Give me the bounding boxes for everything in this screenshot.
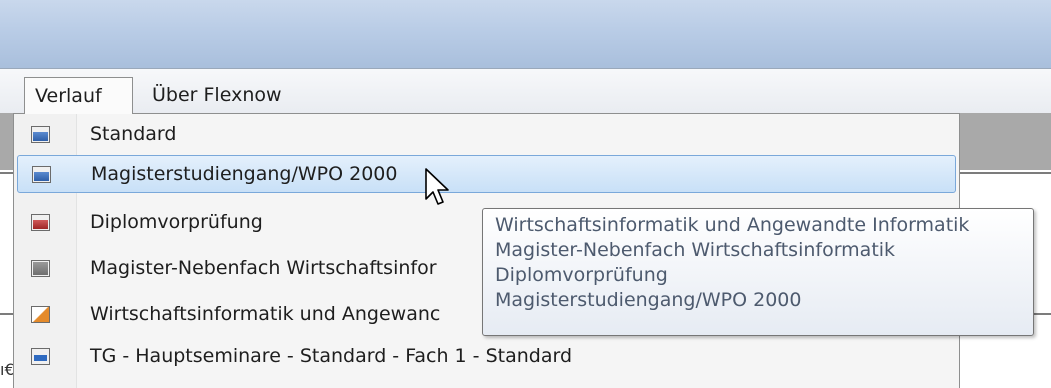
menu-bar: Verlauf Über Flexnow: [0, 68, 1051, 114]
menu-verlauf[interactable]: Verlauf: [24, 77, 133, 114]
double-blue-icon: [31, 348, 50, 365]
menu-item-label: Diplomvorprüfung: [90, 211, 263, 233]
menu-item-label: TG - Hauptseminare - Standard - Fach 1 -…: [90, 345, 573, 367]
menu-item-label: Magisterstudiengang/WPO 2000: [91, 163, 398, 185]
menu-item-label: Wirtschaftsinformatik und Angewanc: [90, 303, 441, 325]
blue-bar-icon: [32, 166, 51, 183]
mouse-cursor-icon: [425, 168, 449, 205]
tooltip-line: Magisterstudiengang/WPO 2000: [495, 289, 802, 311]
window-titlebar: [0, 0, 1051, 68]
blue-bar-icon: [31, 126, 50, 143]
menu-item-standard[interactable]: Standard: [17, 116, 956, 154]
tooltip-line: Magister-Nebenfach Wirtschaftsinformatik: [495, 239, 896, 261]
orange-triangle-icon: [31, 306, 50, 323]
tooltip-line: Wirtschaftsinformatik und Angewandte Inf…: [495, 214, 970, 236]
gray-square-icon: [31, 260, 50, 277]
red-bar-icon: [31, 214, 50, 231]
menu-item-label: Standard: [90, 123, 177, 145]
tooltip: Wirtschaftsinformatik und Angewandte Inf…: [482, 208, 1034, 336]
tooltip-line: Diplomvorprüfung: [495, 264, 668, 286]
menu-item-label: Magister-Nebenfach Wirtschaftsinfor: [90, 257, 437, 279]
menu-item-tg-hauptseminare[interactable]: TG - Hauptseminare - Standard - Fach 1 -…: [17, 338, 956, 376]
menu-ueber-flexnow[interactable]: Über Flexnow: [142, 77, 292, 114]
menu-item-magisterstudiengang[interactable]: Magisterstudiengang/WPO 2000: [17, 155, 956, 193]
